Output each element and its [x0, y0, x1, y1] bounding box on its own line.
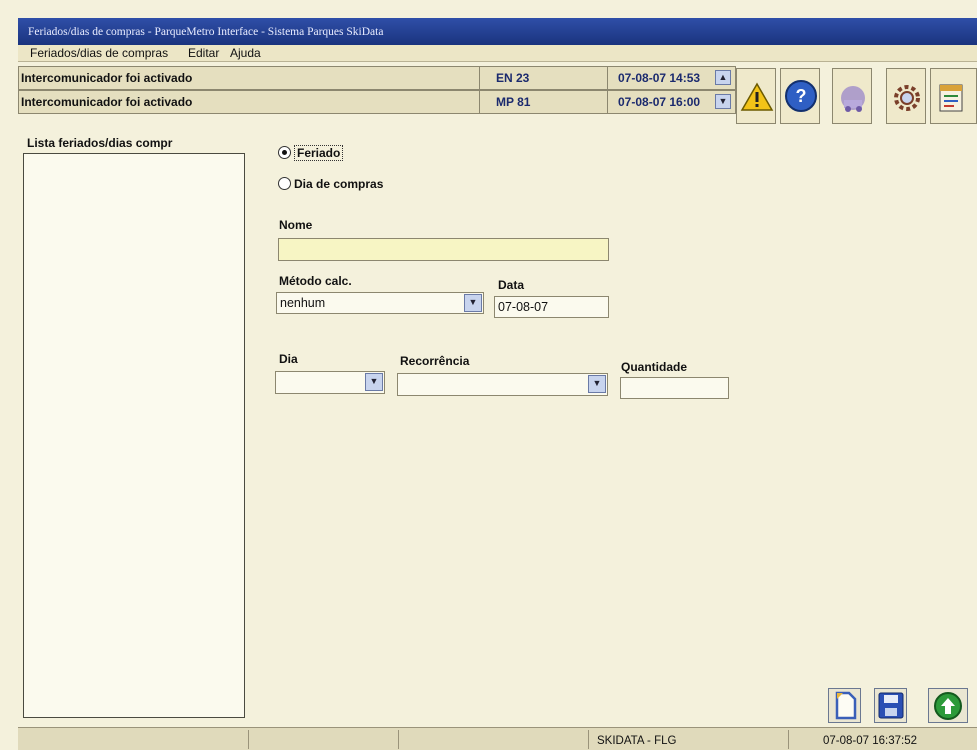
quantity-input[interactable]: [620, 377, 729, 399]
menu-ajuda[interactable]: Ajuda: [230, 46, 261, 60]
alarm-time: 07-08-07 14:53: [607, 67, 715, 89]
alarm-row[interactable]: Intercomunicador foi activado EN 23 07-0…: [18, 66, 736, 90]
new-document-icon: [835, 691, 857, 720]
alarm-row[interactable]: Intercomunicador foi activado MP 81 07-0…: [18, 90, 736, 114]
quantity-label: Quantidade: [621, 360, 688, 374]
new-button[interactable]: [828, 688, 861, 723]
parking-meter-icon: [841, 86, 865, 112]
list-label: Lista feriados/dias compr: [27, 136, 173, 150]
recurrence-label: Recorrência: [400, 354, 470, 368]
help-icon: ?: [785, 80, 817, 112]
menu-editar[interactable]: Editar: [188, 46, 219, 60]
method-label: Método calc.: [279, 274, 352, 288]
menu-bar: Feriados/dias de compras Editar Ajuda: [18, 45, 977, 62]
save-button[interactable]: [874, 688, 907, 723]
alarm-message: Intercomunicador foi activado: [21, 71, 193, 85]
scroll-up-button[interactable]: ▲: [715, 70, 731, 85]
day-select[interactable]: ▼: [275, 371, 385, 394]
status-cell: [248, 730, 398, 749]
window-title-bar: Feriados/dias de compras - ParqueMetro I…: [18, 18, 977, 45]
window-title: Feriados/dias de compras - ParqueMetro I…: [28, 26, 384, 38]
settings-gear-icon: [894, 85, 920, 111]
settings-button[interactable]: [886, 68, 926, 124]
alarm-code: EN 23: [479, 67, 607, 89]
warning-button[interactable]: [736, 68, 776, 124]
radio-indicator: [278, 177, 291, 190]
alarm-message: Intercomunicador foi activado: [21, 95, 193, 109]
calendar-report-icon: [939, 84, 963, 112]
chevron-down-icon[interactable]: ▼: [588, 375, 606, 393]
svg-text:?: ?: [796, 86, 807, 106]
scroll-down-button[interactable]: ▼: [715, 94, 731, 109]
save-icon: [878, 692, 904, 719]
name-label: Nome: [279, 218, 313, 232]
radio-selected-indicator: [278, 146, 291, 159]
help-button[interactable]: ?: [780, 68, 820, 124]
date-label: Data: [498, 278, 525, 292]
chevron-down-icon[interactable]: ▼: [365, 373, 383, 391]
method-select[interactable]: nenhum ▼: [276, 292, 484, 314]
alarm-time: 07-08-07 16:00: [607, 91, 715, 113]
radio-feriado[interactable]: Feriado: [278, 145, 344, 161]
upload-icon: [934, 692, 962, 720]
parking-meter-button[interactable]: [832, 68, 872, 124]
name-input[interactable]: [278, 238, 609, 261]
status-system: SKIDATA - FLG: [588, 730, 788, 749]
day-label: Dia: [279, 352, 298, 366]
radio-dia-de-compras[interactable]: Dia de compras: [278, 177, 383, 191]
menu-feriados[interactable]: Feriados/dias de compras: [30, 46, 168, 60]
alarm-code: MP 81: [479, 91, 607, 113]
status-cell: [398, 730, 588, 749]
status-bar: SKIDATA - FLG 07-08-07 16:37:52: [18, 727, 977, 750]
holiday-list[interactable]: [23, 153, 245, 718]
back-up-button[interactable]: [928, 688, 968, 723]
calendar-report-button[interactable]: [930, 68, 977, 124]
warning-icon: [740, 82, 774, 111]
status-datetime: 07-08-07 16:37:52: [788, 730, 977, 749]
date-input[interactable]: 07-08-07: [494, 296, 609, 318]
recurrence-select[interactable]: ▼: [397, 373, 608, 396]
chevron-down-icon[interactable]: ▼: [464, 294, 482, 312]
